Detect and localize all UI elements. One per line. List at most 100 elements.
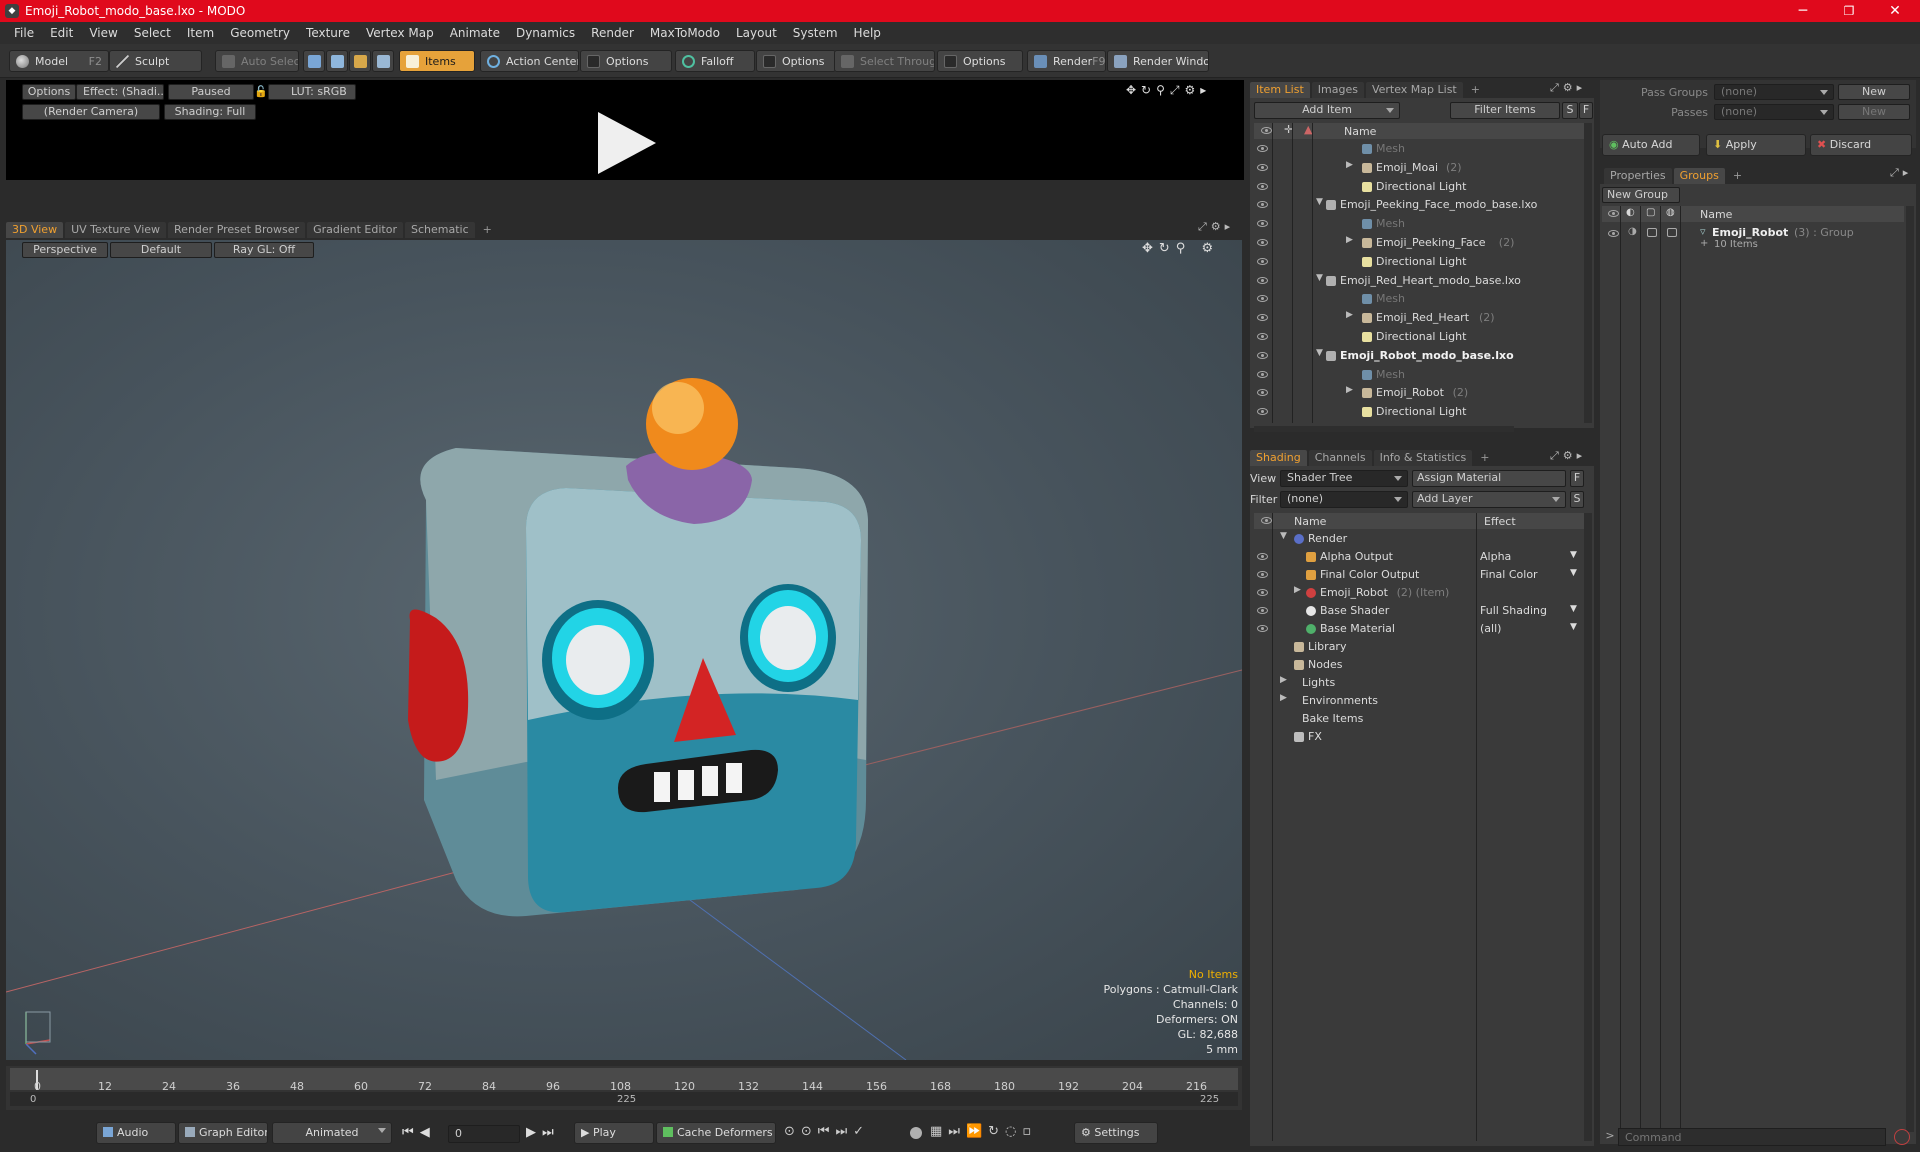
render-button[interactable]: Render F9 bbox=[1027, 50, 1106, 72]
expand-arrow-icon[interactable]: ▼ bbox=[1316, 273, 1323, 283]
tab-gradient-editor[interactable]: Gradient Editor bbox=[307, 222, 403, 238]
add-tab-button[interactable]: + bbox=[1474, 450, 1495, 466]
shader-tree-row[interactable]: ▶ Lights bbox=[1250, 674, 1580, 692]
preview-options-button[interactable]: Options bbox=[22, 84, 76, 100]
add-tab-button[interactable]: + bbox=[1465, 82, 1486, 98]
collapse-arrow-icon[interactable]: ▶ bbox=[1346, 235, 1353, 245]
robot-model[interactable] bbox=[408, 378, 868, 917]
item-list-f-button[interactable]: F bbox=[1579, 102, 1593, 119]
add-tab-button[interactable]: + bbox=[477, 222, 498, 238]
item-list-row[interactable]: ▼ Emoji_Robot_modo_base.lxo bbox=[1250, 347, 1580, 365]
visibility-eye-icon[interactable] bbox=[1257, 553, 1268, 560]
shader-tree-row[interactable]: Base Material (all) ▼ bbox=[1250, 620, 1580, 638]
chevron-down-icon[interactable]: ▼ bbox=[1570, 604, 1577, 614]
command-history-icon[interactable] bbox=[1894, 1129, 1910, 1145]
menu-file[interactable]: File bbox=[6, 26, 42, 40]
tab-render-preset-browser[interactable]: Render Preset Browser bbox=[168, 222, 306, 238]
shader-tree-row[interactable]: Alpha Output Alpha ▼ bbox=[1250, 548, 1580, 566]
render-camera-dropdown[interactable]: (Render Camera) bbox=[22, 104, 160, 120]
menu-geometry[interactable]: Geometry bbox=[222, 26, 298, 40]
menu-layout[interactable]: Layout bbox=[728, 26, 785, 40]
chevron-down-icon[interactable]: ▼ bbox=[1570, 550, 1577, 560]
menu-select[interactable]: Select bbox=[126, 26, 179, 40]
menu-view[interactable]: View bbox=[81, 26, 125, 40]
item-list-row[interactable]: Mesh bbox=[1250, 366, 1580, 384]
tab-shading[interactable]: Shading bbox=[1250, 450, 1307, 466]
menu-render[interactable]: Render bbox=[583, 26, 642, 40]
item-list-scrollbar[interactable] bbox=[1584, 123, 1592, 423]
visibility-eye-icon[interactable] bbox=[1257, 145, 1268, 152]
tab-item-list[interactable]: Item List bbox=[1250, 82, 1310, 98]
shader-tree-row[interactable]: ▶ Emoji_Robot (2) (Item) bbox=[1250, 584, 1580, 602]
item-list-row[interactable]: Directional Light bbox=[1250, 328, 1580, 346]
items-mode-button[interactable]: Items bbox=[399, 50, 475, 72]
minimize-icon[interactable]: ─ bbox=[1780, 0, 1826, 22]
tab-images[interactable]: Images bbox=[1311, 82, 1364, 98]
expand-arrow-icon[interactable]: ▼ bbox=[1316, 197, 1323, 207]
lut-dropdown[interactable]: LUT: sRGB bbox=[268, 84, 356, 100]
tab-channels[interactable]: Channels bbox=[1308, 450, 1372, 466]
visibility-eye-icon[interactable] bbox=[1257, 257, 1268, 265]
item-list-row[interactable]: Directional Light bbox=[1250, 253, 1580, 271]
3d-viewport[interactable]: Perspective Default Ray GL: Off ✥↻⚲ ⚙ No… bbox=[6, 240, 1242, 1060]
preview-nav-icons[interactable]: ✥↻⚲⤢⚙▸ bbox=[1126, 83, 1211, 98]
play-button[interactable]: ▶ Play bbox=[574, 1122, 654, 1144]
shader-tree-row[interactable]: Nodes bbox=[1250, 656, 1580, 674]
vertices-mode-button[interactable] bbox=[303, 50, 325, 72]
item-list-row[interactable]: ▶ Emoji_Moai (2) bbox=[1250, 159, 1580, 177]
filter-items-button[interactable]: Filter Items bbox=[1450, 102, 1560, 119]
menu-animate[interactable]: Animate bbox=[442, 26, 508, 40]
transport-next-icons[interactable]: ▶⏭ bbox=[526, 1125, 560, 1140]
key-nav-icons[interactable]: ▦⏭⏩↻◌▫ bbox=[930, 1124, 1037, 1139]
chevron-down-icon[interactable]: ▼ bbox=[1570, 622, 1577, 632]
groups-panel-icons[interactable]: ⤢▸ bbox=[1890, 166, 1912, 180]
group-visibility-icon[interactable] bbox=[1608, 230, 1619, 237]
group-render-icon[interactable]: ◑ bbox=[1628, 226, 1637, 237]
animated-dropdown[interactable]: Animated bbox=[272, 1122, 392, 1144]
item-list-row[interactable]: Directional Light bbox=[1250, 403, 1580, 421]
visibility-eye-icon[interactable] bbox=[1257, 571, 1268, 578]
shader-tree-row[interactable]: ▼ Render bbox=[1250, 530, 1580, 548]
expand-arrow-icon[interactable]: ▼ bbox=[1316, 348, 1323, 358]
shader-tree-row[interactable]: Library bbox=[1250, 638, 1580, 656]
item-list-row[interactable]: Mesh bbox=[1250, 215, 1580, 233]
shading-scrollbar[interactable] bbox=[1584, 513, 1592, 1141]
shading-s-button[interactable]: S bbox=[1570, 491, 1584, 508]
tab-uv-texture-view[interactable]: UV Texture View bbox=[65, 222, 167, 238]
maximize-icon[interactable]: ❐ bbox=[1826, 0, 1872, 22]
group-lock-checkbox[interactable] bbox=[1647, 228, 1657, 237]
effect-dropdown[interactable]: Full Shading bbox=[1480, 604, 1547, 617]
model-mode-button[interactable]: Model F2 bbox=[9, 50, 109, 72]
shader-tree-row[interactable]: FX bbox=[1250, 728, 1580, 746]
new-group-button[interactable]: New Group bbox=[1602, 187, 1680, 203]
add-item-dropdown[interactable]: Add Item bbox=[1254, 102, 1400, 119]
edges-mode-button[interactable] bbox=[326, 50, 348, 72]
auto-add-button[interactable]: ◉ Auto Add bbox=[1602, 134, 1700, 156]
new-pass-group-button[interactable]: New bbox=[1838, 84, 1910, 100]
lock-icon[interactable]: 🔓 bbox=[254, 85, 268, 99]
visibility-eye-icon[interactable] bbox=[1257, 389, 1268, 397]
menu-edit[interactable]: Edit bbox=[42, 26, 81, 40]
visibility-eye-icon[interactable] bbox=[1257, 182, 1268, 190]
tab-vertex-map-list[interactable]: Vertex Map List bbox=[1365, 82, 1463, 98]
effect-dropdown[interactable]: (all) bbox=[1480, 622, 1501, 635]
current-frame-field[interactable]: 0 bbox=[448, 1125, 520, 1143]
action-center-button[interactable]: Action Center bbox=[480, 50, 579, 72]
item-list-panel-icons[interactable]: ⤢⚙▸ bbox=[1550, 81, 1586, 95]
action-center-options-button[interactable]: Options bbox=[580, 50, 672, 72]
select-through-options-button[interactable]: Options bbox=[937, 50, 1023, 72]
tab-groups[interactable]: Groups bbox=[1673, 168, 1725, 184]
effect-dropdown[interactable]: Final Color bbox=[1480, 568, 1538, 581]
audio-button[interactable]: Audio bbox=[96, 1122, 176, 1144]
cache-deformers-button[interactable]: Cache Deformers bbox=[656, 1122, 776, 1144]
group-select-checkbox[interactable] bbox=[1667, 228, 1677, 237]
visibility-eye-icon[interactable] bbox=[1257, 220, 1268, 228]
render-window-button[interactable]: Render Window bbox=[1107, 50, 1209, 72]
select-through-button[interactable]: Select Through bbox=[834, 50, 935, 72]
polygons-mode-button[interactable] bbox=[349, 50, 371, 72]
visibility-eye-icon[interactable] bbox=[1257, 239, 1268, 246]
effect-dropdown[interactable]: Alpha bbox=[1480, 550, 1511, 563]
record-icon[interactable] bbox=[910, 1127, 922, 1139]
menu-maxtomodo[interactable]: MaxToModo bbox=[642, 26, 728, 40]
visibility-eye-icon[interactable] bbox=[1257, 370, 1268, 378]
